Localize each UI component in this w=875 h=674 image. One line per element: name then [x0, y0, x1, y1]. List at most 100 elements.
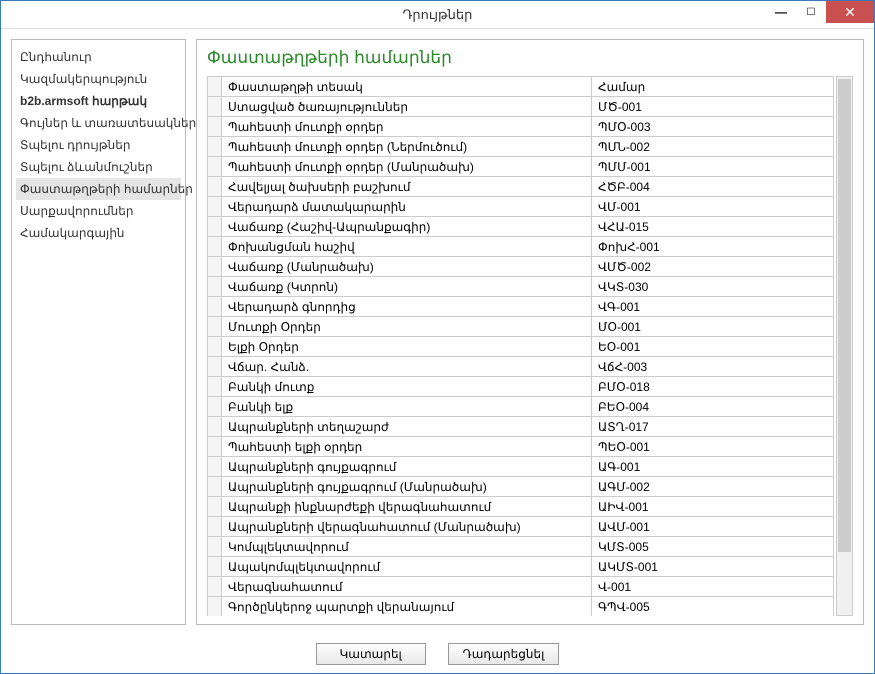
table-row[interactable]: Պահեստի մուտքի օրդերՊՄՕ-003: [208, 117, 834, 137]
cell-number[interactable]: ՓոխՀ-001: [592, 237, 834, 257]
cell-number[interactable]: ԱԳՄ-002: [592, 477, 834, 497]
cell-number[interactable]: ՎՀԱ-015: [592, 217, 834, 237]
row-handle[interactable]: [208, 277, 222, 297]
cell-number[interactable]: ԿՄՏ-005: [592, 537, 834, 557]
sidebar-item[interactable]: b2b.armsoft հարթակ: [16, 90, 181, 112]
cell-number[interactable]: ԱԿՄՏ-001: [592, 557, 834, 577]
col-header-type[interactable]: Փաստաթղթի տեսակ: [222, 77, 592, 97]
row-handle[interactable]: [208, 337, 222, 357]
cell-type[interactable]: Գործընկերոջ պարտքի վերանայում: [222, 597, 592, 617]
scrollbar-thumb[interactable]: [838, 79, 851, 552]
row-handle[interactable]: [208, 397, 222, 417]
cell-type[interactable]: Ստացված ծառայություններ: [222, 97, 592, 117]
table-row[interactable]: Վաճառք (Մանրածախ)ՎՄԾ-002: [208, 257, 834, 277]
cell-number[interactable]: ԱԳ-001: [592, 457, 834, 477]
table-row[interactable]: Պահեստի ելքի օրդերՊԵՕ-001: [208, 437, 834, 457]
row-handle[interactable]: [208, 237, 222, 257]
row-handle[interactable]: [208, 357, 222, 377]
cell-type[interactable]: Վաճառք (Մանրածախ): [222, 257, 592, 277]
cell-number[interactable]: ԲՄՕ-018: [592, 377, 834, 397]
row-handle[interactable]: [208, 537, 222, 557]
row-handle[interactable]: [208, 577, 222, 597]
cell-number[interactable]: ՎԿՏ-030: [592, 277, 834, 297]
row-handle[interactable]: [208, 477, 222, 497]
row-handle[interactable]: [208, 217, 222, 237]
table-row[interactable]: Վճար. Հանձ.ՎճՀ-003: [208, 357, 834, 377]
table-row[interactable]: Վերադարձ գնորդիցՎԳ-001: [208, 297, 834, 317]
table-row[interactable]: ՎերագնահատումՎ-001: [208, 577, 834, 597]
cell-type[interactable]: Պահեստի մուտքի օրդեր: [222, 117, 592, 137]
table-row[interactable]: ԱպակոմպլեկտավորումԱԿՄՏ-001: [208, 557, 834, 577]
cell-type[interactable]: Ապրանքի ինքնարժեքի վերագնահատում: [222, 497, 592, 517]
cell-number[interactable]: ՎԳ-001: [592, 297, 834, 317]
table-row[interactable]: Պահեստի մուտքի օրդեր (Մանրածախ)ՊՄՄ-001: [208, 157, 834, 177]
cell-number[interactable]: ԱՎՄ-001: [592, 517, 834, 537]
cell-number[interactable]: ՊՄՕ-003: [592, 117, 834, 137]
table-row[interactable]: Մուտքի ՕրդերՄՕ-001: [208, 317, 834, 337]
cell-number[interactable]: ՄՕ-001: [592, 317, 834, 337]
row-handle[interactable]: [208, 157, 222, 177]
cell-type[interactable]: Ապակոմպլեկտավորում: [222, 557, 592, 577]
table-row[interactable]: Պահեստի մուտքի օրդեր (Ներմուծում)ՊՄՆ-002: [208, 137, 834, 157]
cell-type[interactable]: Ապրանքների վերագնահատում (Մանրածախ): [222, 517, 592, 537]
cell-number[interactable]: ՄԾ-001: [592, 97, 834, 117]
row-handle[interactable]: [208, 557, 222, 577]
vertical-scrollbar[interactable]: [836, 76, 853, 616]
row-handle[interactable]: [208, 317, 222, 337]
row-handle[interactable]: [208, 177, 222, 197]
row-handle[interactable]: [208, 297, 222, 317]
cell-number[interactable]: ՎճՀ-003: [592, 357, 834, 377]
table-row[interactable]: Բանկի մուտքԲՄՕ-018: [208, 377, 834, 397]
sidebar-item[interactable]: Գույներ և տառատեսակներ: [16, 112, 181, 134]
ok-button[interactable]: Կատարել: [316, 643, 426, 665]
close-button[interactable]: ✕: [826, 1, 874, 23]
table-row[interactable]: Փոխանցման հաշիվՓոխՀ-001: [208, 237, 834, 257]
table-row[interactable]: ԿոմպլեկտավորումԿՄՏ-005: [208, 537, 834, 557]
row-handle[interactable]: [208, 517, 222, 537]
row-handle[interactable]: [208, 417, 222, 437]
sidebar-item[interactable]: Տպելու դրույթներ: [16, 134, 181, 156]
table-row[interactable]: Ելքի ՕրդերԵՕ-001: [208, 337, 834, 357]
sidebar-item[interactable]: Փաստաթղթերի համարներ: [16, 178, 181, 200]
table-row[interactable]: Ստացված ծառայություններՄԾ-001: [208, 97, 834, 117]
cell-number[interactable]: ԱԻՎ-001: [592, 497, 834, 517]
row-handle[interactable]: [208, 197, 222, 217]
cell-type[interactable]: Վերագնահատում: [222, 577, 592, 597]
cell-type[interactable]: Ելքի Օրդեր: [222, 337, 592, 357]
sidebar-item[interactable]: Ընդհանուր: [16, 46, 181, 68]
cell-type[interactable]: Բանկի ելք: [222, 397, 592, 417]
cell-number[interactable]: ՎՄ-001: [592, 197, 834, 217]
cell-type[interactable]: Վերադարձ գնորդից: [222, 297, 592, 317]
cell-type[interactable]: Վճար. Հանձ.: [222, 357, 592, 377]
sidebar-item[interactable]: Սարքավորումներ: [16, 200, 181, 222]
row-handle[interactable]: [208, 437, 222, 457]
cell-number[interactable]: ՊՄՆ-002: [592, 137, 834, 157]
row-handle[interactable]: [208, 457, 222, 477]
cell-type[interactable]: Վերադարձ մատակարարին: [222, 197, 592, 217]
row-handle[interactable]: [208, 257, 222, 277]
sidebar-item[interactable]: Կազմակերպություն: [16, 68, 181, 90]
row-handle[interactable]: [208, 377, 222, 397]
sidebar-item[interactable]: Տպելու ձևանմուշներ: [16, 156, 181, 178]
cell-type[interactable]: Ապրանքների տեղաշարժ: [222, 417, 592, 437]
cell-number[interactable]: Վ-001: [592, 577, 834, 597]
cell-type[interactable]: Պահեստի ելքի օրդեր: [222, 437, 592, 457]
cell-type[interactable]: Պահեստի մուտքի օրդեր (Մանրածախ): [222, 157, 592, 177]
table-row[interactable]: Ապրանքի ինքնարժեքի վերագնահատումԱԻՎ-001: [208, 497, 834, 517]
cell-type[interactable]: Կոմպլեկտավորում: [222, 537, 592, 557]
cell-number[interactable]: ԱՏՂ-017: [592, 417, 834, 437]
cell-number[interactable]: ԳՊՎ-005: [592, 597, 834, 617]
table-row[interactable]: Ապրանքների տեղաշարժԱՏՂ-017: [208, 417, 834, 437]
cell-type[interactable]: Վաճառք (Հաշիվ-Ապրանքագիր): [222, 217, 592, 237]
table-row[interactable]: Վերադարձ մատակարարինՎՄ-001: [208, 197, 834, 217]
cell-type[interactable]: Ապրանքների գույքագրում: [222, 457, 592, 477]
table-row[interactable]: Բանկի ելքԲԵՕ-004: [208, 397, 834, 417]
cell-number[interactable]: ՊԵՕ-001: [592, 437, 834, 457]
table-row[interactable]: Հավելյալ ծախսերի բաշխումՀԾԲ-004: [208, 177, 834, 197]
row-handle[interactable]: [208, 97, 222, 117]
table-row[interactable]: Ապրանքների գույքագրումԱԳ-001: [208, 457, 834, 477]
table-row[interactable]: Վաճառք (Հաշիվ-Ապրանքագիր)ՎՀԱ-015: [208, 217, 834, 237]
cell-type[interactable]: Բանկի մուտք: [222, 377, 592, 397]
cell-type[interactable]: Մուտքի Օրդեր: [222, 317, 592, 337]
cell-number[interactable]: ՊՄՄ-001: [592, 157, 834, 177]
